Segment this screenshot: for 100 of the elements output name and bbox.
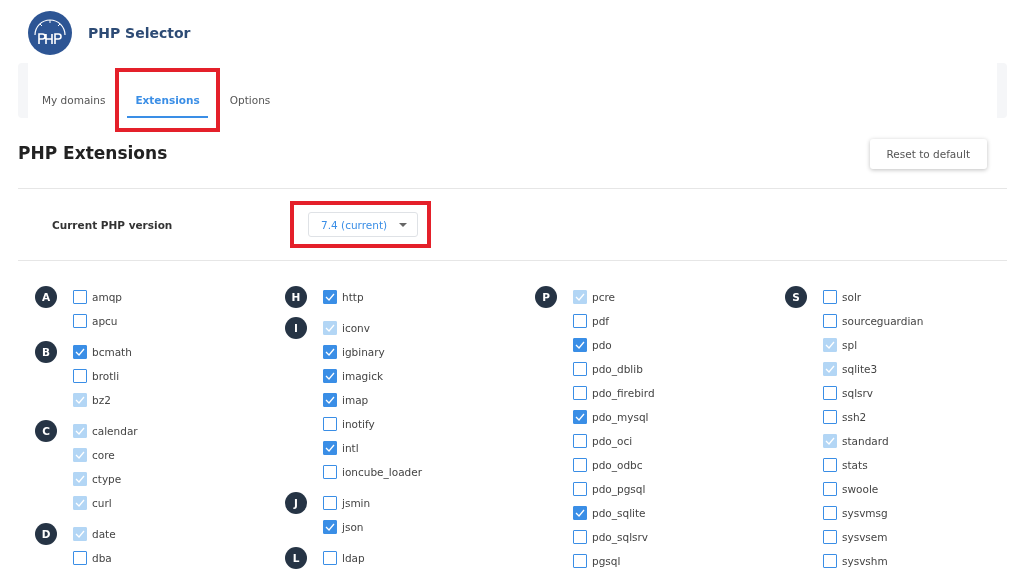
extension-label: pdo_pgsql: [592, 483, 646, 495]
checkmark-icon: [75, 348, 85, 356]
checkbox[interactable]: [573, 482, 587, 496]
checkmark-icon: [75, 427, 85, 435]
checkbox[interactable]: [323, 551, 337, 565]
page-heading: PHP Extensions: [18, 143, 168, 163]
checkbox[interactable]: [323, 496, 337, 510]
checkbox[interactable]: [573, 458, 587, 472]
checkbox[interactable]: [823, 506, 837, 520]
checkbox[interactable]: [323, 465, 337, 479]
extension-label: pdf: [592, 315, 610, 327]
extension-label: pdo_mysql: [592, 411, 649, 423]
checkbox[interactable]: [573, 338, 587, 352]
checkbox[interactable]: [73, 369, 87, 383]
tab[interactable]: Options: [225, 94, 275, 118]
checkbox[interactable]: [573, 506, 587, 520]
extension-label: brotli: [92, 370, 120, 382]
checkbox[interactable]: [573, 410, 587, 424]
checkmark-icon: [325, 396, 335, 404]
checkbox[interactable]: [323, 393, 337, 407]
extension-label: date: [92, 528, 116, 540]
extension-label: stats: [842, 459, 868, 471]
checkbox[interactable]: [73, 314, 87, 328]
checkbox[interactable]: [573, 554, 587, 568]
checkmark-icon: [75, 396, 85, 404]
reset-button[interactable]: Reset to default: [869, 139, 987, 169]
version-dropdown[interactable]: 7.4 (current): [308, 212, 418, 237]
extension-label: bz2: [92, 394, 111, 406]
app-title: PHP Selector: [88, 25, 191, 41]
checkbox[interactable]: [573, 314, 587, 328]
extension-label: spl: [842, 339, 858, 351]
checkbox[interactable]: [823, 410, 837, 424]
extension-label: apcu: [92, 315, 118, 327]
checkmark-icon: [325, 523, 335, 531]
extension-label: pdo_firebird: [592, 387, 655, 399]
checkbox[interactable]: [73, 551, 87, 565]
extension-label: iconv: [342, 322, 370, 334]
checkbox[interactable]: [323, 345, 337, 359]
extension-label: calendar: [92, 425, 138, 437]
checkbox[interactable]: [73, 345, 87, 359]
checkmark-icon: [575, 413, 585, 421]
extension-label: igbinary: [342, 346, 385, 358]
extension-label: jsmin: [342, 497, 371, 509]
extension-label: pdo_odbc: [592, 459, 643, 471]
php-logo-icon: [28, 11, 72, 55]
extension-label: core: [92, 449, 115, 461]
extension-label: ssh2: [842, 411, 867, 423]
checkmark-icon: [575, 293, 585, 301]
extension-label: pdo: [592, 339, 612, 351]
extension-label: ldap: [342, 552, 365, 564]
checkbox[interactable]: [573, 386, 587, 400]
checkbox[interactable]: [823, 386, 837, 400]
extension-label: json: [342, 521, 364, 533]
checkbox[interactable]: [573, 530, 587, 544]
extension-label: sqlite3: [842, 363, 878, 375]
checkbox[interactable]: [573, 434, 587, 448]
checkbox[interactable]: [323, 369, 337, 383]
checkmark-icon: [75, 499, 85, 507]
checkbox[interactable]: [323, 441, 337, 455]
checkmark-icon: [325, 293, 335, 301]
checkmark-icon: [825, 341, 835, 349]
extension-label: pdo_dblib: [592, 363, 643, 375]
letter-badge: L: [285, 547, 307, 569]
letter-badge: B: [35, 341, 57, 363]
extension-label: http: [342, 291, 364, 303]
extension-label: bcmath: [92, 346, 132, 358]
extension-label: pdo_sqlsrv: [592, 531, 649, 543]
letter-badge: C: [35, 420, 57, 442]
extension-label: sysvshm: [842, 555, 888, 567]
checkmark-icon: [825, 437, 835, 445]
checkbox[interactable]: [323, 290, 337, 304]
caret-icon: [399, 222, 407, 227]
extension-label: dba: [92, 552, 112, 564]
extension-label: ioncube_loader: [342, 466, 423, 478]
version-label: Current PHP version: [51, 218, 174, 231]
checkbox[interactable]: [823, 530, 837, 544]
checkbox[interactable]: [823, 290, 837, 304]
extension-label: sqlsrv: [842, 387, 874, 399]
extension-label: curl: [92, 497, 112, 509]
checkmark-icon: [325, 372, 335, 380]
checkmark-icon: [75, 475, 85, 483]
checkbox[interactable]: [323, 520, 337, 534]
checkbox[interactable]: [573, 362, 587, 376]
extension-label: imagick: [342, 370, 383, 382]
extension-label: pgsql: [592, 555, 621, 567]
checkbox[interactable]: [823, 554, 837, 568]
extension-label: sourceguardian: [842, 315, 924, 327]
checkbox[interactable]: [323, 417, 337, 431]
checkbox[interactable]: [823, 314, 837, 328]
extension-label: sysvmsg: [842, 507, 888, 519]
extension-label: pcre: [592, 291, 615, 303]
checkbox[interactable]: [823, 458, 837, 472]
checkmark-icon: [325, 348, 335, 356]
checkmark-icon: [825, 365, 835, 373]
checkbox[interactable]: [73, 290, 87, 304]
checkbox[interactable]: [823, 482, 837, 496]
tab[interactable]: My domains: [38, 94, 110, 118]
extension-label: pdo_oci: [592, 435, 633, 447]
extension-label: intl: [342, 442, 359, 454]
letter-badge: A: [35, 286, 57, 308]
